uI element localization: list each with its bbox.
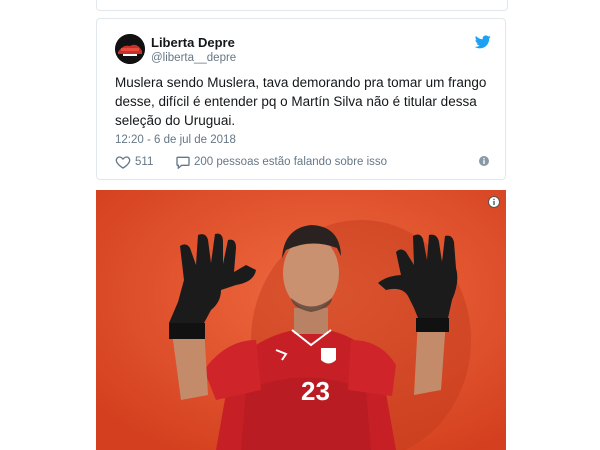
twitter-bird-icon[interactable] (475, 35, 491, 49)
jersey-number: 23 (301, 376, 330, 406)
tweet-actions: 511 200 pessoas estão falando sobre isso (115, 154, 495, 172)
avatar[interactable] (115, 34, 145, 64)
display-name[interactable]: Liberta Depre (151, 35, 235, 50)
info-icon[interactable] (479, 156, 489, 166)
tweet-photo[interactable]: 23 (96, 190, 506, 450)
heart-icon[interactable] (115, 154, 131, 170)
embedded-tweet[interactable]: Liberta Depre @liberta__depre Muslera se… (96, 18, 506, 180)
handle[interactable]: @liberta__depre (151, 52, 236, 64)
talking-count[interactable]: 200 pessoas estão falando sobre isso (194, 156, 387, 168)
tweet-text: Muslera sendo Muslera, tava demorando pr… (115, 75, 487, 128)
speech-bubble-icon[interactable] (175, 154, 191, 170)
like-count[interactable]: 511 (135, 156, 153, 168)
goalkeeper-photo: 23 (96, 190, 506, 450)
previous-tweet-card-edge (96, 0, 508, 11)
timestamp[interactable]: 12:20 - 6 de jul de 2018 (115, 134, 236, 146)
info-icon[interactable] (488, 196, 500, 208)
